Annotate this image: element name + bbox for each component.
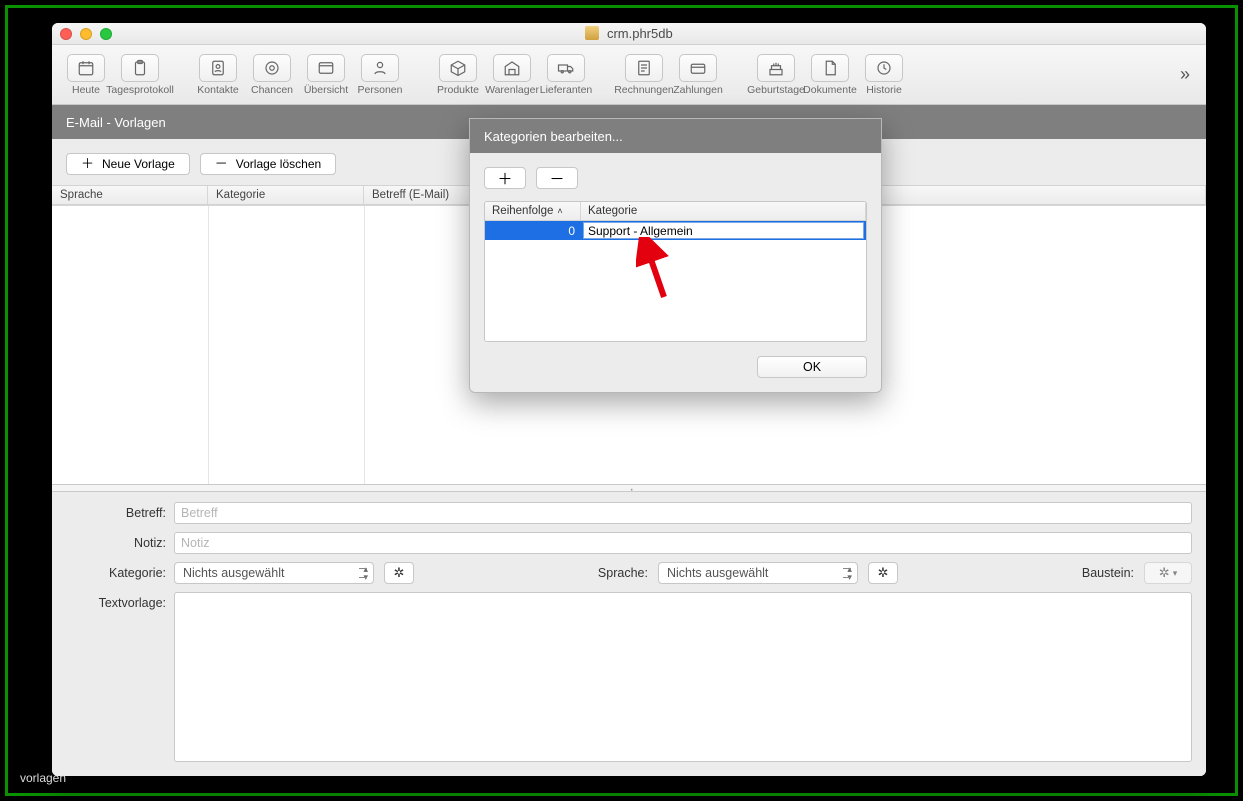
chevron-down-icon: ▾: [1173, 568, 1178, 579]
toolbar-zahlungen[interactable]: Zahlungen: [672, 54, 724, 96]
betreff-input[interactable]: [174, 502, 1192, 524]
toolbar-chancen[interactable]: Chancen: [246, 54, 298, 96]
kategorie-label: Kategorie:: [66, 566, 166, 580]
payment-icon: [689, 59, 707, 77]
template-form: Betreff: Notiz: Kategorie: Nichts ausgew…: [52, 492, 1206, 776]
truck-icon: [557, 59, 575, 77]
viewport-frame: crm.phr5db Heute Tagesprotokoll Kontakte: [5, 5, 1238, 796]
close-window-button[interactable]: [60, 28, 72, 40]
category-name-input[interactable]: [583, 222, 864, 239]
kategorie-select[interactable]: Nichts ausgewählt: [174, 562, 374, 584]
maximize-window-button[interactable]: [100, 28, 112, 40]
kategorie-settings-button[interactable]: ✲: [384, 562, 414, 584]
window-title-text: crm.phr5db: [607, 26, 673, 41]
textvorlage-textarea[interactable]: [174, 592, 1192, 762]
category-table: Reihenfolge ˄ Kategorie 0: [484, 201, 867, 342]
main-toolbar: Heute Tagesprotokoll Kontakte Chancen: [52, 45, 1206, 105]
toolbar-produkte[interactable]: Produkte: [432, 54, 484, 96]
category-table-body: 0: [485, 221, 866, 341]
calendar-icon: [77, 59, 95, 77]
baustein-button[interactable]: ✲ ▾: [1144, 562, 1192, 584]
overview-icon: [317, 59, 335, 77]
minus-icon: －: [549, 168, 564, 189]
plus-icon: ＋: [81, 157, 94, 170]
database-icon: [585, 26, 599, 40]
notiz-label: Notiz:: [66, 536, 166, 550]
modal-title: Kategorien bearbeiten...: [470, 119, 881, 153]
contact-icon: [209, 59, 227, 77]
modal-actions: ＋ －: [484, 167, 867, 189]
toolbar-historie[interactable]: Historie: [858, 54, 910, 96]
gear-icon: ✲: [1159, 565, 1170, 581]
page-caption: vorlagen: [20, 771, 66, 785]
minus-icon: －: [215, 157, 228, 170]
section-title: E-Mail - Vorlagen: [66, 115, 166, 130]
splitter-handle[interactable]: [52, 484, 1206, 492]
edit-categories-modal: Kategorien bearbeiten... ＋ － Reihenfolge: [469, 118, 882, 393]
toolbar-heute[interactable]: Heute: [60, 54, 112, 96]
sprache-label: Sprache:: [598, 566, 648, 580]
new-template-button[interactable]: ＋ Neue Vorlage: [66, 153, 190, 175]
remove-category-button[interactable]: －: [536, 167, 578, 189]
warehouse-icon: [503, 59, 521, 77]
box-icon: [449, 59, 467, 77]
history-icon: [875, 59, 893, 77]
sprache-settings-button[interactable]: ✲: [868, 562, 898, 584]
sort-asc-icon: ˄: [557, 206, 562, 216]
table-row[interactable]: 0: [485, 221, 866, 240]
app-window: crm.phr5db Heute Tagesprotokoll Kontakte: [52, 23, 1206, 776]
toolbar-lieferanten[interactable]: Lieferanten: [540, 54, 592, 96]
toolbar-geburtstage[interactable]: Geburtstage: [750, 54, 802, 96]
toolbar-uebersicht[interactable]: Übersicht: [300, 54, 352, 96]
toolbar-warenlager[interactable]: Warenlager: [486, 54, 538, 96]
col-sprache[interactable]: Sprache: [52, 186, 208, 204]
add-category-button[interactable]: ＋: [484, 167, 526, 189]
invoice-icon: [635, 59, 653, 77]
delete-template-button[interactable]: － Vorlage löschen: [200, 153, 336, 175]
toolbar-kontakte[interactable]: Kontakte: [192, 54, 244, 96]
minimize-window-button[interactable]: [80, 28, 92, 40]
opportunity-icon: [263, 59, 281, 77]
toolbar-personen[interactable]: Personen: [354, 54, 406, 96]
toolbar-overflow[interactable]: »: [1172, 64, 1198, 85]
clipboard-icon: [131, 59, 149, 77]
col-kategorie[interactable]: Kategorie: [581, 202, 866, 220]
textvorlage-label: Textvorlage:: [66, 592, 166, 610]
plus-icon: ＋: [497, 168, 512, 189]
window-title: crm.phr5db: [52, 26, 1206, 41]
person-icon: [371, 59, 389, 77]
ok-button[interactable]: OK: [757, 356, 867, 378]
baustein-label: Baustein:: [1082, 566, 1134, 580]
col-kategorie[interactable]: Kategorie: [208, 186, 364, 204]
toolbar-dokumente[interactable]: Dokumente: [804, 54, 856, 96]
document-icon: [821, 59, 839, 77]
category-table-header: Reihenfolge ˄ Kategorie: [485, 202, 866, 221]
col-reihenfolge[interactable]: Reihenfolge ˄: [485, 202, 581, 220]
titlebar: crm.phr5db: [52, 23, 1206, 45]
gear-icon: ✲: [878, 565, 889, 581]
cake-icon: [767, 59, 785, 77]
order-cell: 0: [485, 221, 581, 240]
kategorie-row: Nichts ausgewählt ▴▾ ✲ Sprache: Nichts a…: [174, 562, 1192, 584]
window-controls: [60, 28, 112, 40]
betreff-label: Betreff:: [66, 506, 166, 520]
toolbar-rechnungen[interactable]: Rechnungen: [618, 54, 670, 96]
toolbar-tagesprotokoll[interactable]: Tagesprotokoll: [114, 54, 166, 96]
gear-icon: ✲: [394, 565, 405, 581]
notiz-input[interactable]: [174, 532, 1192, 554]
sprache-select[interactable]: Nichts ausgewählt: [658, 562, 858, 584]
